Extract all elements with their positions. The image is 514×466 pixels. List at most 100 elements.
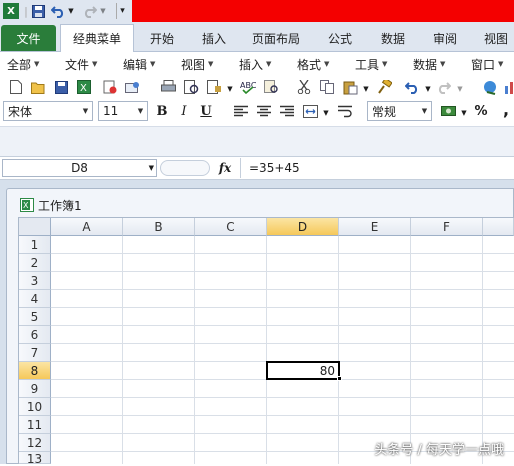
column-header-a[interactable]: A	[51, 218, 123, 236]
row-header-12[interactable]: 12	[19, 434, 51, 452]
percent-button[interactable]: %	[473, 103, 489, 119]
formula-input[interactable]: =35+45	[240, 158, 512, 178]
column-header-b[interactable]: B	[123, 218, 195, 236]
menu-view[interactable]: 视图▼	[181, 56, 213, 72]
chevron-down-icon[interactable]: ▼	[420, 81, 436, 97]
chevron-down-icon[interactable]: ▼	[358, 81, 374, 97]
format-painter-icon[interactable]	[376, 79, 392, 95]
column-header-d[interactable]: D	[267, 218, 339, 236]
menu-label: 数据	[413, 56, 437, 73]
page-setup-icon[interactable]	[206, 79, 222, 95]
italic-button[interactable]: I	[176, 103, 192, 119]
align-right-icon[interactable]	[279, 103, 295, 119]
menu-data[interactable]: 数据▼	[413, 56, 445, 72]
row-header-7[interactable]: 7	[19, 344, 51, 362]
row-header-13[interactable]: 13	[19, 452, 51, 464]
new-document-icon[interactable]	[8, 79, 24, 95]
column-header-g[interactable]	[483, 218, 514, 236]
tab-home[interactable]: 开始	[140, 25, 184, 51]
row-header-1[interactable]: 1	[19, 236, 51, 254]
chevron-down-icon: ▼	[324, 60, 329, 68]
chart-icon[interactable]	[502, 79, 514, 95]
column-header-c[interactable]: C	[195, 218, 267, 236]
underline-button[interactable]: U	[198, 103, 214, 119]
menu-edit[interactable]: 编辑▼	[123, 56, 155, 72]
select-all-corner[interactable]	[19, 218, 51, 236]
row-header-2[interactable]: 2	[19, 254, 51, 272]
row-header-4[interactable]: 4	[19, 290, 51, 308]
research-icon[interactable]	[263, 79, 279, 95]
save-icon[interactable]	[30, 3, 46, 19]
column-header-f[interactable]: F	[411, 218, 483, 236]
redo-icon[interactable]	[436, 79, 452, 95]
selected-cell-d8[interactable]: 80	[266, 361, 340, 380]
chevron-down-icon[interactable]: ▼	[318, 105, 334, 121]
menu-window[interactable]: 窗口▼	[471, 56, 503, 72]
open-folder-icon[interactable]	[30, 79, 46, 95]
insert-function-button[interactable]: fx	[214, 158, 236, 178]
menu-format[interactable]: 格式▼	[297, 56, 329, 72]
copy-icon[interactable]	[319, 79, 335, 95]
row-header-5[interactable]: 5	[19, 308, 51, 326]
comma-style-button[interactable]: ,	[498, 101, 514, 117]
wrap-text-icon[interactable]	[337, 103, 353, 119]
name-box-splitter[interactable]	[160, 160, 210, 176]
grid-line	[51, 271, 514, 272]
bold-button[interactable]: B	[154, 103, 170, 119]
print-preview-icon[interactable]	[183, 79, 199, 95]
row-header-3[interactable]: 3	[19, 272, 51, 290]
redo-icon[interactable]	[82, 3, 98, 19]
font-size-combo[interactable]: 11▼	[98, 101, 148, 121]
chevron-down-icon[interactable]: ▼	[99, 3, 107, 19]
row-header-9[interactable]: 9	[19, 380, 51, 398]
row-header-8[interactable]: 8	[19, 362, 51, 380]
align-center-icon[interactable]	[256, 103, 272, 119]
customize-qat-icon[interactable]: ▾	[116, 3, 128, 19]
chevron-down-icon[interactable]: ▼	[149, 164, 154, 172]
align-left-icon[interactable]	[233, 103, 249, 119]
chevron-down-icon[interactable]: ▼	[78, 102, 92, 120]
font-name-combo[interactable]: 宋体▼	[3, 101, 93, 121]
print-icon[interactable]	[160, 79, 176, 95]
tab-data[interactable]: 数据	[371, 25, 415, 51]
tab-insert[interactable]: 插入	[192, 25, 236, 51]
tab-classic-menu[interactable]: 经典菜单	[60, 24, 134, 52]
tab-file[interactable]: 文件	[1, 25, 56, 51]
row-header-6[interactable]: 6	[19, 326, 51, 344]
column-header-e[interactable]: E	[339, 218, 411, 236]
tab-view[interactable]: 视图	[476, 25, 514, 51]
paste-icon[interactable]	[342, 79, 358, 95]
undo-icon[interactable]	[404, 79, 420, 95]
workbook-title[interactable]: X 工作簿1	[20, 196, 82, 214]
chevron-down-icon[interactable]: ▼	[456, 105, 472, 121]
chevron-down-icon[interactable]: ▼	[417, 102, 431, 120]
menu-insert[interactable]: 插入▼	[239, 56, 271, 72]
chevron-down-icon[interactable]: ▼	[222, 81, 238, 97]
row-header-10[interactable]: 10	[19, 398, 51, 416]
fill-handle[interactable]	[337, 376, 342, 381]
number-format-combo[interactable]: 常规▼	[367, 101, 432, 121]
menu-all[interactable]: 全部▼	[7, 56, 39, 72]
hyperlink-icon[interactable]	[483, 79, 499, 95]
chevron-down-icon: ▼	[382, 60, 387, 68]
tab-review[interactable]: 审阅	[423, 25, 467, 51]
chevron-down-icon[interactable]: ▼	[133, 102, 147, 120]
excel-save-icon[interactable]: X	[76, 79, 92, 95]
cut-icon[interactable]	[296, 79, 312, 95]
spelling-icon[interactable]: ABC	[240, 79, 256, 95]
email-icon[interactable]	[124, 79, 140, 95]
merge-center-icon[interactable]	[302, 103, 318, 119]
menu-tools[interactable]: 工具▼	[355, 56, 387, 72]
chevron-down-icon[interactable]: ▼	[66, 3, 76, 19]
menu-file[interactable]: 文件▼	[65, 56, 97, 72]
tab-page-layout[interactable]: 页面布局	[245, 25, 307, 51]
save-icon[interactable]	[53, 79, 69, 95]
currency-format-icon[interactable]	[440, 103, 456, 119]
permission-icon[interactable]	[102, 79, 118, 95]
excel-logo-icon[interactable]: X	[3, 3, 19, 19]
undo-icon[interactable]	[50, 3, 66, 19]
name-box[interactable]: D8▼	[2, 159, 157, 177]
tab-formulas[interactable]: 公式	[318, 25, 362, 51]
chevron-down-icon[interactable]: ▼	[452, 81, 468, 97]
row-header-11[interactable]: 11	[19, 416, 51, 434]
